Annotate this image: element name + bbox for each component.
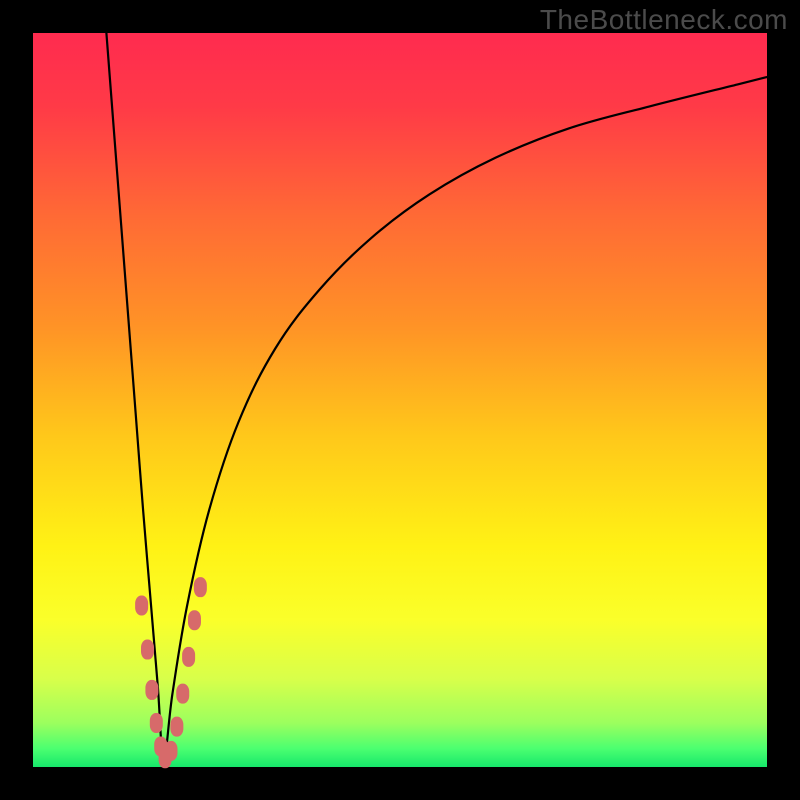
watermark-text: TheBottleneck.com xyxy=(540,4,788,36)
marker-dot xyxy=(188,610,201,630)
marker-dot xyxy=(150,713,163,733)
marker-dot xyxy=(141,640,154,660)
marker-dot xyxy=(164,741,177,761)
marker-dot xyxy=(145,680,158,700)
marker-dot xyxy=(135,596,148,616)
marker-dot xyxy=(170,717,183,737)
bottleneck-chart xyxy=(0,0,800,800)
marker-dot xyxy=(194,577,207,597)
marker-dot xyxy=(182,647,195,667)
marker-dot xyxy=(176,684,189,704)
chart-frame: TheBottleneck.com xyxy=(0,0,800,800)
